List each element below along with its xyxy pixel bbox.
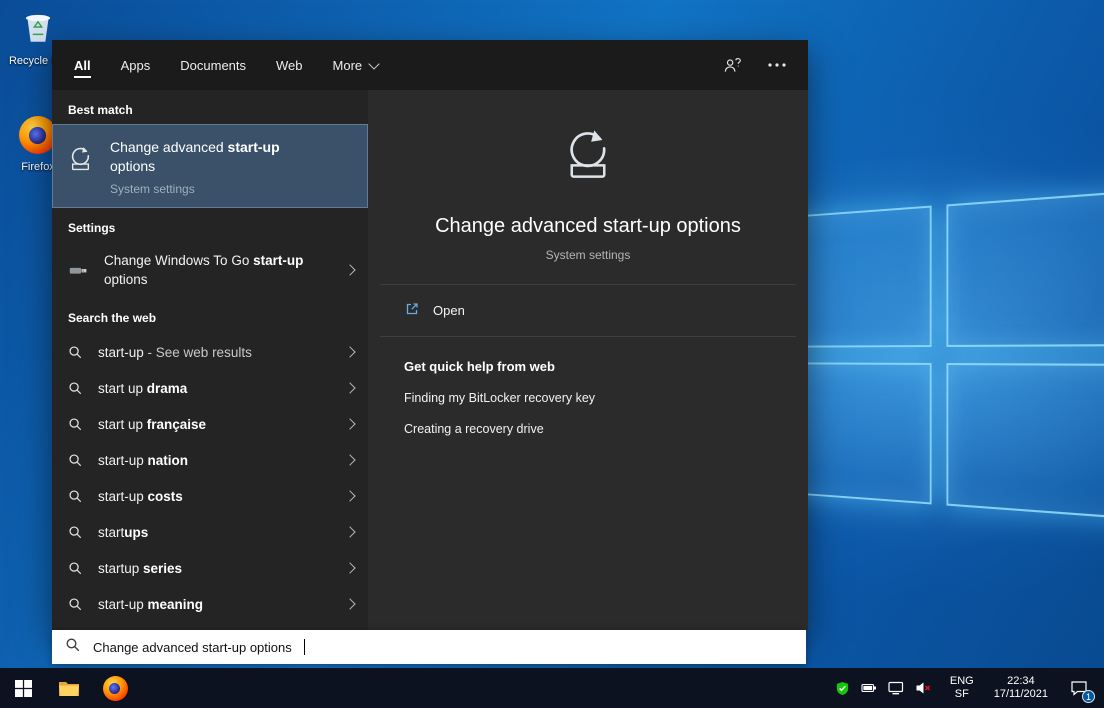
open-action[interactable]: Open — [368, 285, 808, 336]
best-match-subtitle: System settings — [110, 182, 312, 196]
chevron-right-icon — [344, 526, 355, 537]
search-web-header: Search the web — [52, 298, 368, 332]
search-icon — [68, 597, 83, 612]
preview-panel: Change advanced start-up options System … — [368, 90, 808, 630]
chevron-right-icon — [344, 382, 355, 393]
search-icon — [68, 381, 83, 396]
search-icon — [68, 453, 83, 468]
tab-documents[interactable]: Documents — [180, 40, 246, 90]
chevron-right-icon — [344, 264, 355, 275]
settings-result[interactable]: Change Windows To Go start-up options — [52, 242, 368, 298]
windows-logo-icon — [15, 680, 32, 697]
tab-all-label: All — [74, 58, 91, 73]
suggestion-text: start up française — [98, 417, 206, 432]
chevron-right-icon — [344, 490, 355, 501]
more-options-icon[interactable] — [768, 63, 786, 67]
battery-icon[interactable] — [861, 680, 877, 696]
feedback-icon[interactable] — [723, 56, 742, 75]
web-suggestion-row[interactable]: startup series — [52, 550, 368, 586]
web-suggestion-row[interactable]: startups — [52, 514, 368, 550]
volume-muted-icon[interactable] — [915, 680, 931, 696]
taskbar: ENG SF 22:34 17/11/2021 1 — [0, 668, 1104, 708]
web-suggestion-list: start-up - See web results start up drama… — [52, 332, 368, 622]
tab-apps[interactable]: Apps — [121, 40, 151, 90]
tab-web[interactable]: Web — [276, 40, 303, 90]
best-match-title: Change advanced start-up options — [110, 138, 312, 176]
file-explorer-icon — [57, 676, 81, 700]
firefox-taskbar-button[interactable] — [92, 668, 138, 708]
search-input[interactable]: Change advanced start-up options — [93, 640, 292, 655]
action-center-button[interactable]: 1 — [1058, 668, 1104, 708]
preview-title: Change advanced start-up options — [435, 215, 741, 238]
web-suggestion-row[interactable]: start-up costs — [52, 478, 368, 514]
wallpaper-pane — [946, 191, 1104, 347]
suggestion-text: start-up meaning — [98, 597, 203, 612]
best-match-header: Best match — [52, 90, 368, 124]
web-suggestion-row[interactable]: start-up meaning — [52, 586, 368, 622]
language-region: SF — [955, 688, 969, 701]
tab-web-label: Web — [276, 58, 303, 73]
advanced-startup-icon — [66, 145, 95, 207]
suggestion-text: startup series — [98, 561, 182, 576]
web-suggestion-row[interactable]: start up drama — [52, 370, 368, 406]
search-box[interactable]: Change advanced start-up options — [52, 630, 806, 664]
suggestion-text: start-up - See web results — [98, 345, 252, 360]
web-suggestion-row[interactable]: start up française — [52, 406, 368, 442]
chevron-right-icon — [344, 418, 355, 429]
search-icon — [68, 525, 83, 540]
search-icon — [68, 417, 83, 432]
file-explorer-button[interactable] — [46, 668, 92, 708]
date-text: 17/11/2021 — [994, 688, 1048, 701]
chevron-down-icon — [368, 58, 379, 69]
search-icon — [68, 489, 83, 504]
tab-all[interactable]: All — [74, 40, 91, 90]
tab-documents-label: Documents — [180, 58, 246, 73]
web-suggestion-row[interactable]: start-up - See web results — [52, 334, 368, 370]
suggestion-text: start up drama — [98, 381, 187, 396]
firefox-icon — [103, 676, 128, 701]
suggestion-text: start-up costs — [98, 489, 183, 504]
tab-more[interactable]: More — [333, 40, 379, 90]
settings-result-text: Change Windows To Go start-up options — [104, 251, 306, 289]
chevron-right-icon — [344, 562, 355, 573]
language-code: ENG — [950, 675, 974, 688]
advanced-startup-icon-large — [558, 126, 618, 191]
preview-subtitle: System settings — [546, 248, 631, 262]
security-icon[interactable] — [835, 681, 850, 696]
tab-apps-label: Apps — [121, 58, 151, 73]
search-filter-tabs: All Apps Documents Web More — [52, 40, 808, 90]
notification-badge: 1 — [1082, 690, 1095, 703]
help-link-bitlocker[interactable]: Finding my BitLocker recovery key — [404, 391, 772, 405]
usb-drive-icon — [68, 260, 89, 281]
chevron-right-icon — [344, 598, 355, 609]
tab-more-label: More — [333, 58, 363, 73]
web-suggestion-row[interactable]: start-up nation — [52, 442, 368, 478]
language-indicator[interactable]: ENG SF — [940, 668, 984, 708]
best-match-result[interactable]: Change advanced start-up options System … — [52, 124, 368, 208]
network-icon[interactable] — [888, 680, 904, 696]
clock[interactable]: 22:34 17/11/2021 — [984, 668, 1058, 708]
search-results-column: Best match Change advanced start-up opti… — [52, 90, 368, 630]
wallpaper-pane — [946, 363, 1104, 519]
chevron-right-icon — [344, 346, 355, 357]
help-link-recovery-drive[interactable]: Creating a recovery drive — [404, 422, 772, 436]
help-header: Get quick help from web — [404, 359, 772, 374]
chevron-right-icon — [344, 454, 355, 465]
desktop: Recycle Bin Firefox All Apps Documents W… — [0, 0, 1104, 708]
search-icon — [65, 637, 81, 658]
wallpaper-windows-logo — [776, 191, 1104, 520]
time-text: 22:34 — [1007, 675, 1035, 688]
open-label: Open — [433, 303, 465, 318]
search-icon — [68, 345, 83, 360]
start-search-panel: All Apps Documents Web More — [52, 40, 808, 630]
search-icon — [68, 561, 83, 576]
start-button[interactable] — [0, 668, 46, 708]
settings-header: Settings — [52, 208, 368, 242]
text-caret — [304, 639, 305, 655]
suggestion-text: start-up nation — [98, 453, 188, 468]
suggestion-text: startups — [98, 525, 148, 540]
open-icon — [404, 301, 420, 320]
